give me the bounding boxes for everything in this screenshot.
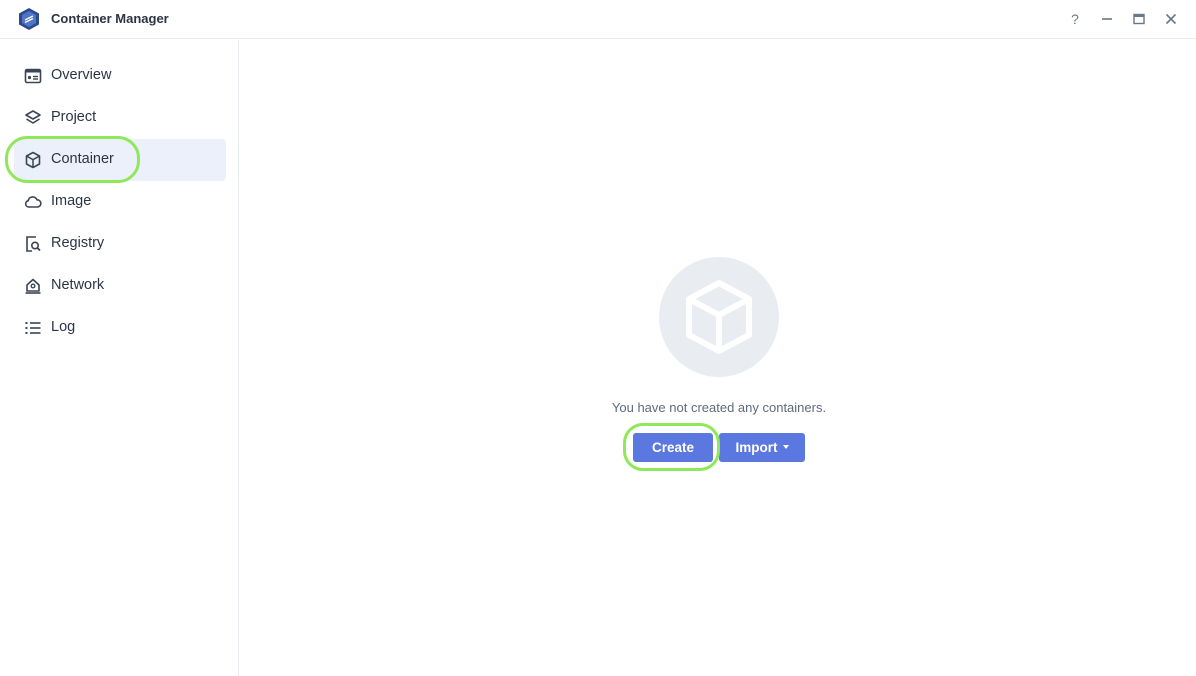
- maximize-icon: [1133, 13, 1145, 25]
- sidebar-item-label: Container: [51, 151, 114, 167]
- caret-down-icon: [782, 444, 789, 449]
- network-home-icon: [25, 278, 41, 294]
- minimize-button[interactable]: [1098, 10, 1116, 28]
- layers-icon: [25, 110, 41, 124]
- empty-state-illustration: [659, 257, 779, 377]
- help-icon: ?: [1071, 11, 1079, 27]
- registry-search-icon: [26, 236, 41, 252]
- close-icon: [1165, 13, 1177, 25]
- create-button[interactable]: Create: [633, 433, 713, 462]
- sidebar-item-label: Network: [51, 277, 105, 293]
- sidebar-item-label: Project: [51, 109, 97, 125]
- sidebar-item-overview[interactable]: Overview: [14, 55, 226, 97]
- main-content: You have not created any containers. Cre…: [240, 40, 1196, 676]
- sidebar: Overview Project Container Image Registr…: [0, 40, 239, 676]
- list-icon: [25, 322, 41, 334]
- close-button[interactable]: [1162, 10, 1180, 28]
- create-button-label: Create: [651, 440, 695, 455]
- sidebar-item-network[interactable]: Network: [14, 265, 226, 307]
- cube-icon: [25, 151, 41, 169]
- sidebar-item-log[interactable]: Log: [14, 307, 226, 349]
- help-button[interactable]: ?: [1066, 10, 1084, 28]
- sidebar-item-label: Registry: [51, 235, 105, 251]
- sidebar-item-project[interactable]: Project: [14, 97, 226, 139]
- title-bar: Container Manager ?: [0, 0, 1196, 39]
- sidebar-item-image[interactable]: Image: [14, 181, 226, 223]
- sidebar-item-label: Image: [51, 193, 92, 209]
- container-manager-logo-icon: [19, 8, 39, 30]
- sidebar-item-label: Log: [51, 319, 76, 335]
- sidebar-item-container[interactable]: Container: [14, 139, 226, 181]
- app-title: Container Manager: [51, 11, 169, 26]
- sidebar-item-registry[interactable]: Registry: [14, 223, 226, 265]
- import-dropdown-button[interactable]: Import: [719, 433, 805, 462]
- sidebar-item-label: Overview: [51, 67, 112, 83]
- maximize-button[interactable]: [1130, 10, 1148, 28]
- overview-icon: [24, 68, 42, 84]
- cloud-icon: [24, 196, 42, 208]
- import-button-label: Import: [735, 440, 778, 455]
- empty-state-message: You have not created any containers.: [611, 400, 827, 415]
- minimize-icon: [1102, 18, 1112, 20]
- cube-icon: [686, 280, 752, 354]
